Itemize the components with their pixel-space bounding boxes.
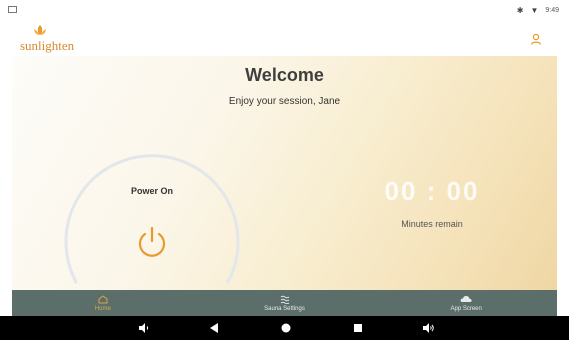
- nav-sauna-settings[interactable]: Sauna Settings: [194, 290, 376, 316]
- home-icon: [98, 294, 108, 304]
- nav-app-screen[interactable]: App Screen: [375, 290, 557, 316]
- nav-sauna-settings-label: Sauna Settings: [264, 306, 305, 312]
- logo-text: sunlighten: [20, 38, 75, 53]
- heat-waves-icon: [280, 294, 290, 304]
- app-header: sunlighten: [0, 22, 569, 56]
- welcome-subtitle: Enjoy your session, Jane: [228, 96, 341, 107]
- screenshot-icon: [8, 6, 17, 13]
- wifi-icon: ▼: [530, 6, 539, 15]
- cloud-icon: [460, 294, 472, 304]
- volume-down-icon[interactable]: [138, 322, 150, 334]
- nav-home-label: Home: [94, 306, 111, 312]
- volume-up-icon[interactable]: [423, 322, 435, 334]
- status-icons: ✱ ▼ 9:49: [517, 6, 559, 15]
- power-icon[interactable]: [134, 224, 170, 260]
- main-panel: Welcome Enjoy your session, Jane Power O…: [12, 56, 557, 290]
- nav-home[interactable]: Home: [12, 290, 194, 316]
- system-nav-bar: [0, 316, 569, 340]
- back-icon[interactable]: [208, 322, 220, 334]
- page-title: Welcome: [245, 65, 324, 85]
- status-bar: ✱ ▼ 9:49: [0, 0, 569, 22]
- user-icon[interactable]: [529, 32, 543, 46]
- timer-display: 00 : 00: [384, 176, 480, 206]
- power-label: Power On: [130, 186, 173, 196]
- bottom-navigation: Home Sauna Settings App Screen: [12, 290, 557, 316]
- nav-app-screen-label: App Screen: [450, 306, 482, 312]
- sunlighten-logo: sunlighten: [20, 22, 90, 56]
- home-circle-icon[interactable]: [280, 322, 292, 334]
- lotus-logo-icon: [34, 25, 46, 35]
- bluetooth-icon: ✱: [516, 6, 524, 15]
- power-dial: Power On: [62, 130, 242, 290]
- timer-label: Minutes remain: [401, 219, 463, 229]
- dial-ring: [64, 154, 240, 284]
- clock: 9:49: [545, 7, 559, 14]
- recents-icon[interactable]: [352, 322, 364, 334]
